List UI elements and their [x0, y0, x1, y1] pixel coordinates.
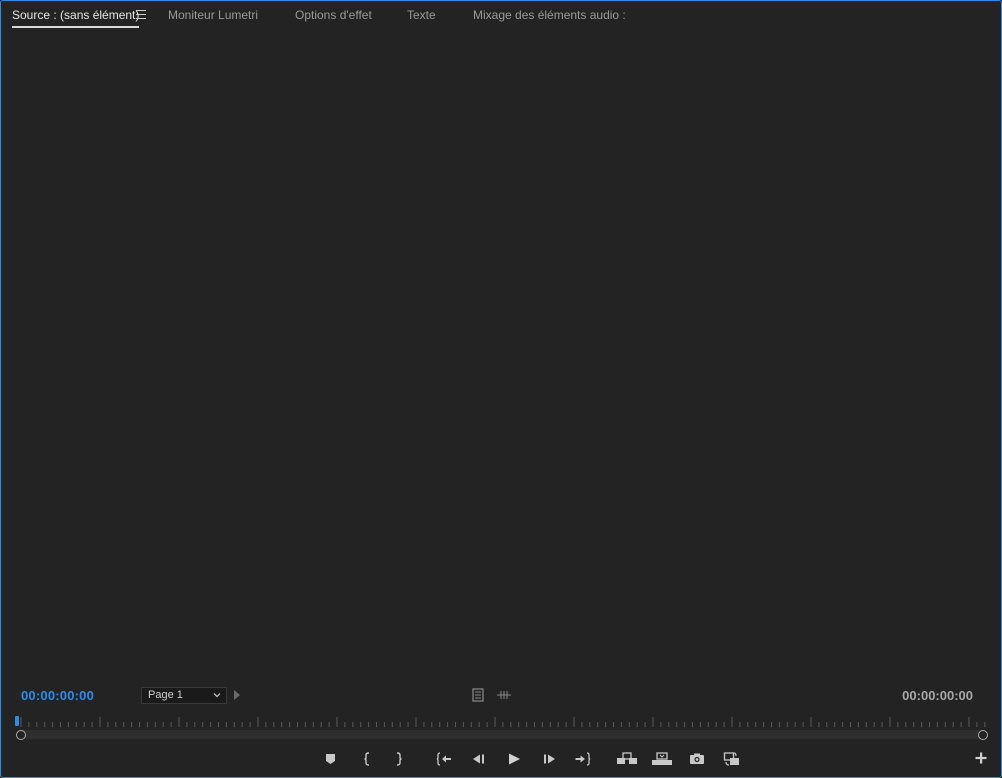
trim-mode-icon[interactable] [496, 690, 512, 700]
panel-tab-bar: Source : (sans élément) Moniteur Lumetri… [1, 1, 1001, 31]
page-select[interactable]: Page 1 [141, 687, 227, 704]
time-ruler[interactable] [15, 713, 991, 743]
chevron-down-icon [213, 693, 221, 698]
play-icon[interactable] [505, 751, 523, 767]
settings-icon[interactable] [472, 688, 484, 702]
tab-effect-controls[interactable]: Options d'effet [295, 8, 372, 26]
go-to-in-icon[interactable] [435, 751, 453, 767]
page-select-value: Page 1 [148, 689, 183, 701]
mark-in-icon[interactable] [358, 751, 376, 767]
overwrite-icon[interactable] [651, 751, 673, 767]
panel-menu-icon[interactable] [136, 10, 146, 19]
export-frame-icon[interactable] [688, 751, 706, 767]
playhead[interactable] [15, 716, 19, 726]
plus-icon[interactable] [975, 752, 987, 764]
source-viewer[interactable] [2, 31, 1000, 681]
tab-lumetri-scopes[interactable]: Moniteur Lumetri [168, 8, 258, 26]
ruler-ticks [20, 717, 986, 727]
tab-text[interactable]: Texte [407, 8, 436, 26]
step-forward-icon[interactable] [540, 751, 558, 767]
insert-icon[interactable] [616, 751, 638, 767]
go-to-out-icon[interactable] [574, 751, 592, 767]
current-timecode[interactable]: 00:00:00:00 [21, 688, 94, 703]
tab-source[interactable]: Source : (sans élément) [12, 8, 140, 28]
zoom-handle-right[interactable] [978, 730, 988, 740]
duration-timecode: 00:00:00:00 [902, 688, 973, 703]
step-back-icon[interactable] [470, 751, 488, 767]
mark-out-icon[interactable] [390, 751, 408, 767]
zoom-handle-left[interactable] [16, 730, 26, 740]
source-monitor-panel: Source : (sans élément) Moniteur Lumetri… [0, 0, 1002, 778]
zoom-scroll-bar[interactable] [21, 730, 983, 739]
next-page-arrow-icon[interactable] [234, 690, 240, 700]
tab-audio-clip-mixer[interactable]: Mixage des éléments audio : [473, 8, 626, 26]
transport-controls [1, 746, 1001, 774]
drag-video-audio-icon[interactable] [723, 751, 741, 767]
add-marker-icon[interactable] [322, 751, 340, 767]
